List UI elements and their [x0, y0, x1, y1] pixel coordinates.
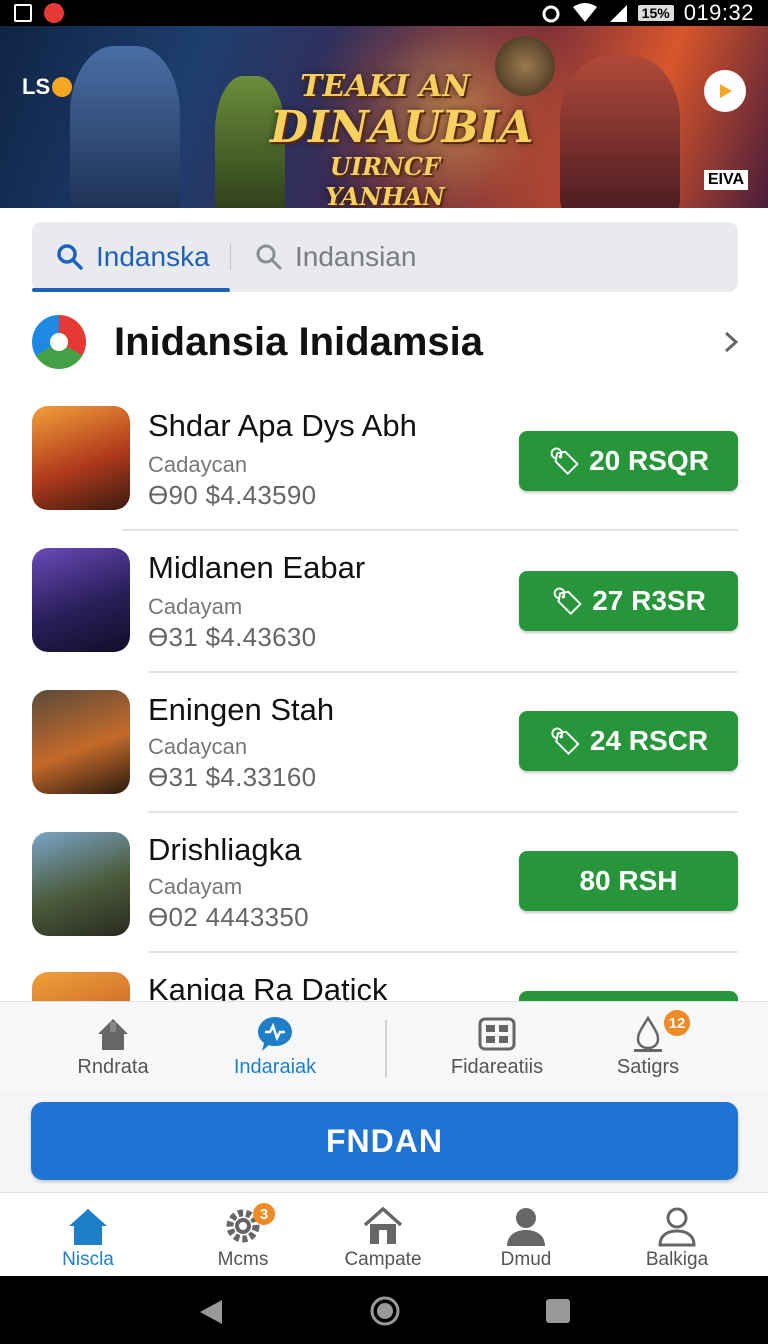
list-item[interactable]: Kaniga Ra Datick [0, 962, 768, 1001]
section-title: Inidansia Inidamsia [114, 319, 484, 364]
app-price: Ɵ31 $4.43630 [148, 622, 317, 652]
subnav-item-indaraiak[interactable]: Indaraiak [190, 1014, 360, 1079]
alarm-icon [542, 5, 560, 23]
app-price: Ɵ31 $4.33160 [148, 762, 317, 792]
banner-logo: LS [22, 74, 73, 100]
user-outline-icon [658, 1207, 696, 1247]
status-bar: 15% 019:32 [0, 0, 768, 26]
buy-button[interactable]: 🏷︎ 24 RSCR [519, 711, 738, 771]
tag-icon: 🏷︎ [551, 585, 585, 616]
banner-title: TEAKI AN DINAUBIA UIRNCF YANHAN [270, 69, 534, 209]
subnav-item-fidareatiis[interactable]: Fidareatiis [412, 1014, 582, 1079]
tab-label: Indanska [96, 241, 210, 272]
user-icon [507, 1208, 545, 1246]
app-price: Ɵ02 4443350 [148, 902, 309, 932]
wifi-icon [572, 3, 597, 22]
divider [148, 671, 738, 673]
app-name: Shdar Apa Dys Abh [148, 408, 417, 443]
signal-icon [609, 5, 627, 22]
buy-button[interactable]: 🏷︎ 20 RSQR [519, 431, 738, 491]
bottom-nav-campate[interactable]: Campate [313, 1205, 453, 1271]
search-icon [57, 244, 83, 270]
home-circle-icon[interactable] [369, 1295, 401, 1327]
app-category: Cadayam [148, 874, 243, 899]
subnav-item-satigrs[interactable]: Satigrs 12 [563, 1010, 733, 1079]
app-icon [32, 972, 130, 1001]
section-header[interactable]: Inidansia Inidamsia [32, 315, 742, 369]
secondary-nav: Rndrata Indaraiak Fidareatiis Satigrs 12 [0, 1001, 768, 1091]
bottom-nav-dmud[interactable]: Dmud [456, 1205, 596, 1271]
app-icon [32, 690, 130, 794]
house-outline-icon [363, 1206, 403, 1244]
list-item[interactable]: Midlanen Eabar Cadayam Ɵ31 $4.43630 🏷︎ 2… [0, 540, 768, 680]
back-icon[interactable] [198, 1298, 224, 1326]
bottom-nav: Niscla Mcms 3 Campate Dmud Balkiga [0, 1192, 768, 1276]
primary-action-button[interactable]: FNDAN [31, 1102, 738, 1180]
notification-icon [44, 3, 64, 23]
home-icon [98, 1019, 128, 1050]
app-icon [32, 548, 130, 652]
tab-label: Indansian [295, 241, 417, 272]
buy-button[interactable]: 🏷︎ 27 R3SR [519, 571, 738, 631]
app-name: Kaniga Ra Datick [148, 972, 388, 1001]
buy-button[interactable] [519, 991, 738, 1001]
subnav-item-rndrata[interactable]: Rndrata [28, 1014, 198, 1079]
promo-banner[interactable]: LS TEAKI AN DINAUBIA UIRNCF YANHAN EIVA [0, 26, 768, 208]
list-item[interactable]: Shdar Apa Dys Abh Cadaycan Ɵ90 $4.43590 … [0, 400, 768, 540]
app-list: Inidansia Inidamsia Shdar Apa Dys Abh Ca… [0, 298, 768, 1001]
app-category: Cadaycan [148, 734, 248, 759]
tab-search-active[interactable]: Indanska [32, 222, 230, 292]
chevron-right-icon[interactable] [720, 331, 742, 353]
app-name: Eningen Stah [148, 692, 335, 727]
drop-icon [634, 1015, 662, 1052]
divider [148, 951, 738, 953]
system-navigation-bar [0, 1276, 768, 1344]
app-name: Drishliagka [148, 832, 302, 867]
tag-icon: 🏷︎ [548, 725, 582, 756]
app-name: Midlanen Eabar [148, 550, 366, 585]
bottom-nav-mcms[interactable]: Mcms 3 [173, 1203, 313, 1271]
gallery-icon [14, 4, 32, 22]
store-logo-icon [32, 315, 86, 369]
banner-hero-right [560, 56, 680, 208]
search-bar-area: Indanska Indansian [0, 208, 768, 298]
recents-icon[interactable] [545, 1298, 571, 1324]
divider [122, 529, 738, 531]
app-icon [32, 406, 130, 510]
bottom-nav-niscla[interactable]: Niscla [18, 1205, 158, 1271]
notification-badge: 3 [253, 1203, 275, 1225]
clock: 019:32 [683, 0, 754, 25]
app-icon [32, 832, 130, 936]
search-tabs: Indanska Indansian [32, 222, 738, 292]
divider [148, 811, 738, 813]
tab-search-inactive[interactable]: Indansian [231, 222, 416, 292]
list-item[interactable]: Drishliagka Cadayam Ɵ02 4443350 80 RSH [0, 822, 768, 962]
buy-button[interactable]: 80 RSH [519, 851, 738, 911]
play-button[interactable] [704, 70, 746, 112]
banner-hero-left [70, 46, 180, 208]
play-icon [720, 84, 732, 98]
list-item[interactable]: Eningen Stah Cadaycan Ɵ31 $4.33160 🏷︎ 24… [0, 682, 768, 822]
subnav-divider [385, 1020, 387, 1078]
app-category: Cadaycan [148, 452, 248, 477]
notification-badge: 12 [664, 1010, 690, 1036]
tag-icon: 🏷︎ [548, 445, 582, 476]
app-price: Ɵ90 $4.43590 [148, 480, 317, 510]
bottom-nav-balkiga[interactable]: Balkiga [607, 1205, 747, 1271]
home-icon [69, 1209, 107, 1245]
grid-icon [478, 1017, 516, 1051]
banner-spike-ball [495, 36, 555, 96]
battery-indicator: 15% [637, 5, 674, 21]
chat-icon [258, 1017, 292, 1051]
banner-badge: EIVA [703, 170, 748, 190]
app-category: Cadayam [148, 594, 243, 619]
search-icon [256, 244, 282, 270]
